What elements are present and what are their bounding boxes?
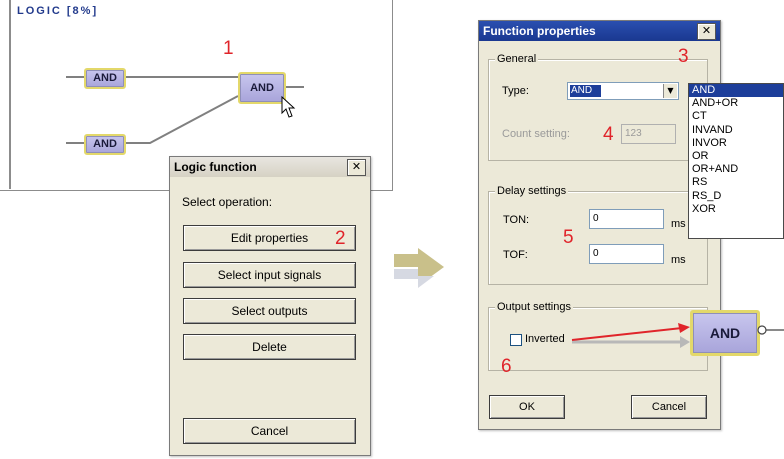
- chevron-down-icon[interactable]: ▼: [663, 84, 677, 98]
- type-option[interactable]: RS: [689, 176, 783, 189]
- output-preview-gate: AND: [690, 310, 760, 356]
- inverted-output-icon: [757, 325, 784, 335]
- arrow-right-icon: [394, 248, 444, 288]
- count-setting-field: 123: [621, 124, 676, 144]
- edit-properties-button[interactable]: Edit properties: [183, 225, 356, 251]
- function-properties-dialog: Function properties ✕ General Type: AND …: [478, 20, 721, 430]
- ton-unit: ms: [671, 218, 686, 230]
- type-option[interactable]: OR: [689, 150, 783, 163]
- close-icon[interactable]: ✕: [347, 159, 366, 176]
- inverted-checkbox[interactable]: [510, 334, 522, 346]
- type-option[interactable]: OR+AND: [689, 163, 783, 176]
- inverted-arrow-icon: [571, 323, 690, 348]
- and-gate-output[interactable]: AND: [238, 72, 286, 104]
- dialog-title: Logic function: [170, 157, 370, 177]
- tof-label: TOF:: [503, 249, 528, 261]
- close-icon[interactable]: ✕: [697, 23, 716, 40]
- wire-in2-right: [125, 95, 239, 144]
- tof-unit: ms: [671, 254, 686, 266]
- cancel-button[interactable]: Cancel: [183, 418, 356, 444]
- ok-button[interactable]: OK: [489, 395, 565, 419]
- step-number-2: 2: [335, 228, 346, 249]
- type-option[interactable]: AND+OR: [689, 97, 783, 110]
- and-gate-input-2[interactable]: AND: [84, 134, 126, 155]
- tof-field[interactable]: 0: [589, 244, 664, 264]
- step-number-6: 6: [501, 356, 512, 377]
- ton-label: TON:: [503, 214, 530, 226]
- step-number-5: 5: [563, 227, 574, 248]
- select-input-signals-button[interactable]: Select input signals: [183, 262, 356, 288]
- count-setting-label: Count setting:: [502, 128, 570, 140]
- type-option[interactable]: AND: [689, 84, 783, 98]
- type-dropdown-list[interactable]: AND AND+OR CT INVAND INVOR OR OR+AND RS RS_D XOR: [688, 83, 784, 239]
- type-option[interactable]: INVOR: [689, 137, 783, 150]
- output-group-title: Output settings: [495, 301, 573, 313]
- inverted-label: Inverted: [525, 333, 565, 345]
- delay-group-title: Delay settings: [495, 185, 569, 197]
- delay-settings-group: Delay settings TON: 0 ms TOF: 0 ms: [488, 185, 708, 285]
- mouse-cursor-icon: [281, 96, 296, 118]
- type-option[interactable]: INVAND: [689, 124, 783, 137]
- select-operation-label: Select operation:: [182, 195, 273, 209]
- cancel-button[interactable]: Cancel: [631, 395, 707, 419]
- dialog-title: Function properties: [479, 21, 720, 41]
- select-outputs-button[interactable]: Select outputs: [183, 298, 356, 324]
- step-number-4: 4: [603, 124, 614, 145]
- ton-field[interactable]: 0: [589, 209, 664, 229]
- type-select[interactable]: AND ▼: [567, 82, 679, 100]
- logic-function-dialog: Logic function ✕ Select operation: Edit …: [169, 156, 371, 456]
- type-label: Type:: [502, 85, 529, 97]
- step-number-3: 3: [678, 46, 689, 67]
- type-option[interactable]: RS_D: [689, 190, 783, 203]
- and-gate-input-1[interactable]: AND: [84, 68, 126, 89]
- general-group-title: General: [495, 53, 539, 65]
- step-number-1: 1: [223, 38, 234, 59]
- type-option[interactable]: XOR: [689, 203, 783, 216]
- delete-button[interactable]: Delete: [183, 334, 356, 360]
- type-select-value: AND: [570, 85, 601, 97]
- general-group: General Type: AND ▼ Count setting: 123: [488, 53, 708, 161]
- type-option[interactable]: CT: [689, 110, 783, 123]
